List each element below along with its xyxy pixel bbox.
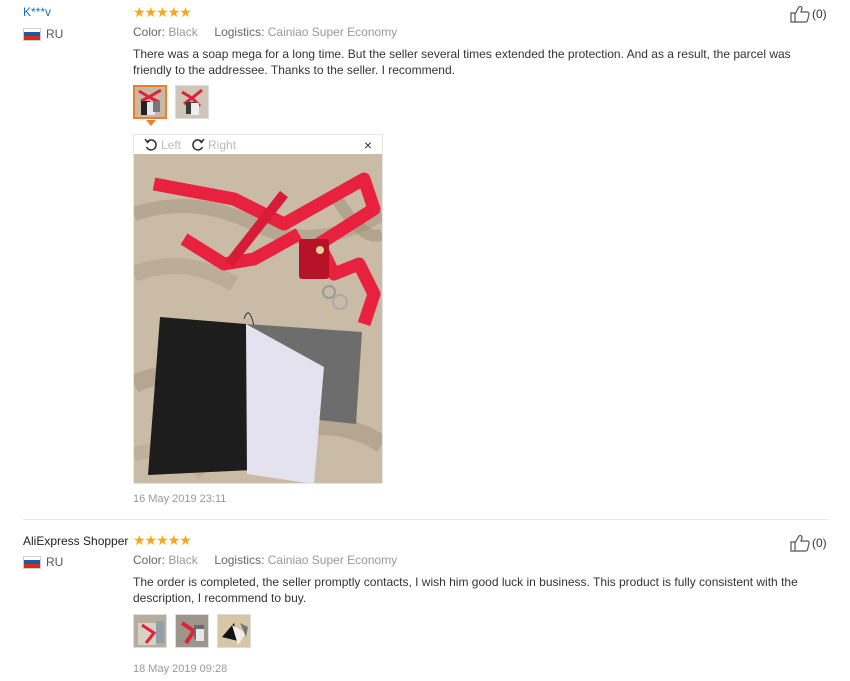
helpful-button[interactable]: (0): [790, 5, 827, 23]
color-label: Color:: [133, 25, 166, 39]
photo-viewer: Left Right ×: [133, 134, 383, 484]
rotate-right-icon: [192, 138, 205, 151]
photo-thumbnail[interactable]: [175, 85, 209, 119]
review-item: AliExpress Shopper RU ★★★★★ Color: Black…: [0, 520, 850, 681]
ru-flag-icon: [23, 27, 41, 41]
review-photo-large: [134, 154, 382, 483]
reviewer-name[interactable]: K***v: [23, 5, 51, 19]
logistics-label: Logistics:: [214, 25, 265, 39]
reviewer-name: AliExpress Shopper: [23, 534, 129, 548]
logistics-value: Cainiao Super Economy: [267, 553, 398, 567]
review-text: There was a soap mega for a long time. B…: [133, 47, 791, 77]
order-attributes: Color: Black Logistics: Cainiao Super Ec…: [133, 25, 397, 39]
selected-thumb-indicator: [146, 120, 156, 126]
helpful-count: (0): [812, 7, 827, 21]
logistics-label: Logistics:: [214, 553, 265, 567]
review-photo-thumbnails: [133, 614, 251, 648]
ru-flag-icon: [23, 555, 41, 569]
review-date: 18 May 2019 09:28: [133, 663, 228, 675]
reviewer-country: RU: [23, 555, 63, 569]
rotate-left-icon: [144, 138, 157, 151]
rotate-right-button[interactable]: Right: [191, 138, 236, 152]
photo-thumbnail[interactable]: [217, 614, 251, 648]
country-code: RU: [46, 27, 64, 41]
thumbs-up-icon: [790, 5, 810, 23]
rotate-left-label: Left: [161, 137, 182, 152]
helpful-count: (0): [812, 536, 827, 550]
review-text: The order is completed, the seller promp…: [133, 575, 798, 605]
color-label: Color:: [133, 553, 166, 567]
helpful-button[interactable]: (0): [790, 534, 827, 552]
reviewer-country: RU: [23, 27, 63, 41]
review-item: K***v RU ★★★★★ Color: Black Logistics: C…: [0, 0, 850, 520]
logistics-value: Cainiao Super Economy: [267, 25, 398, 39]
color-value: Black: [168, 25, 198, 39]
star-rating: ★★★★★: [133, 4, 192, 20]
thumbs-up-icon: [790, 534, 810, 552]
star-rating: ★★★★★: [133, 532, 192, 548]
photo-viewer-toolbar: Left Right ×: [134, 135, 382, 154]
photo-thumbnail[interactable]: [175, 614, 209, 648]
photo-thumbnail[interactable]: [133, 85, 167, 119]
photo-thumbnail[interactable]: [133, 614, 167, 648]
order-attributes: Color: Black Logistics: Cainiao Super Ec…: [133, 553, 397, 567]
review-date: 16 May 2019 23:11: [133, 493, 227, 505]
close-icon[interactable]: ×: [364, 137, 372, 153]
rotate-left-button[interactable]: Left: [144, 138, 181, 152]
review-photo-thumbnails: [133, 85, 209, 119]
color-value: Black: [168, 553, 198, 567]
rotate-right-label: Right: [208, 137, 237, 152]
country-code: RU: [46, 555, 64, 569]
